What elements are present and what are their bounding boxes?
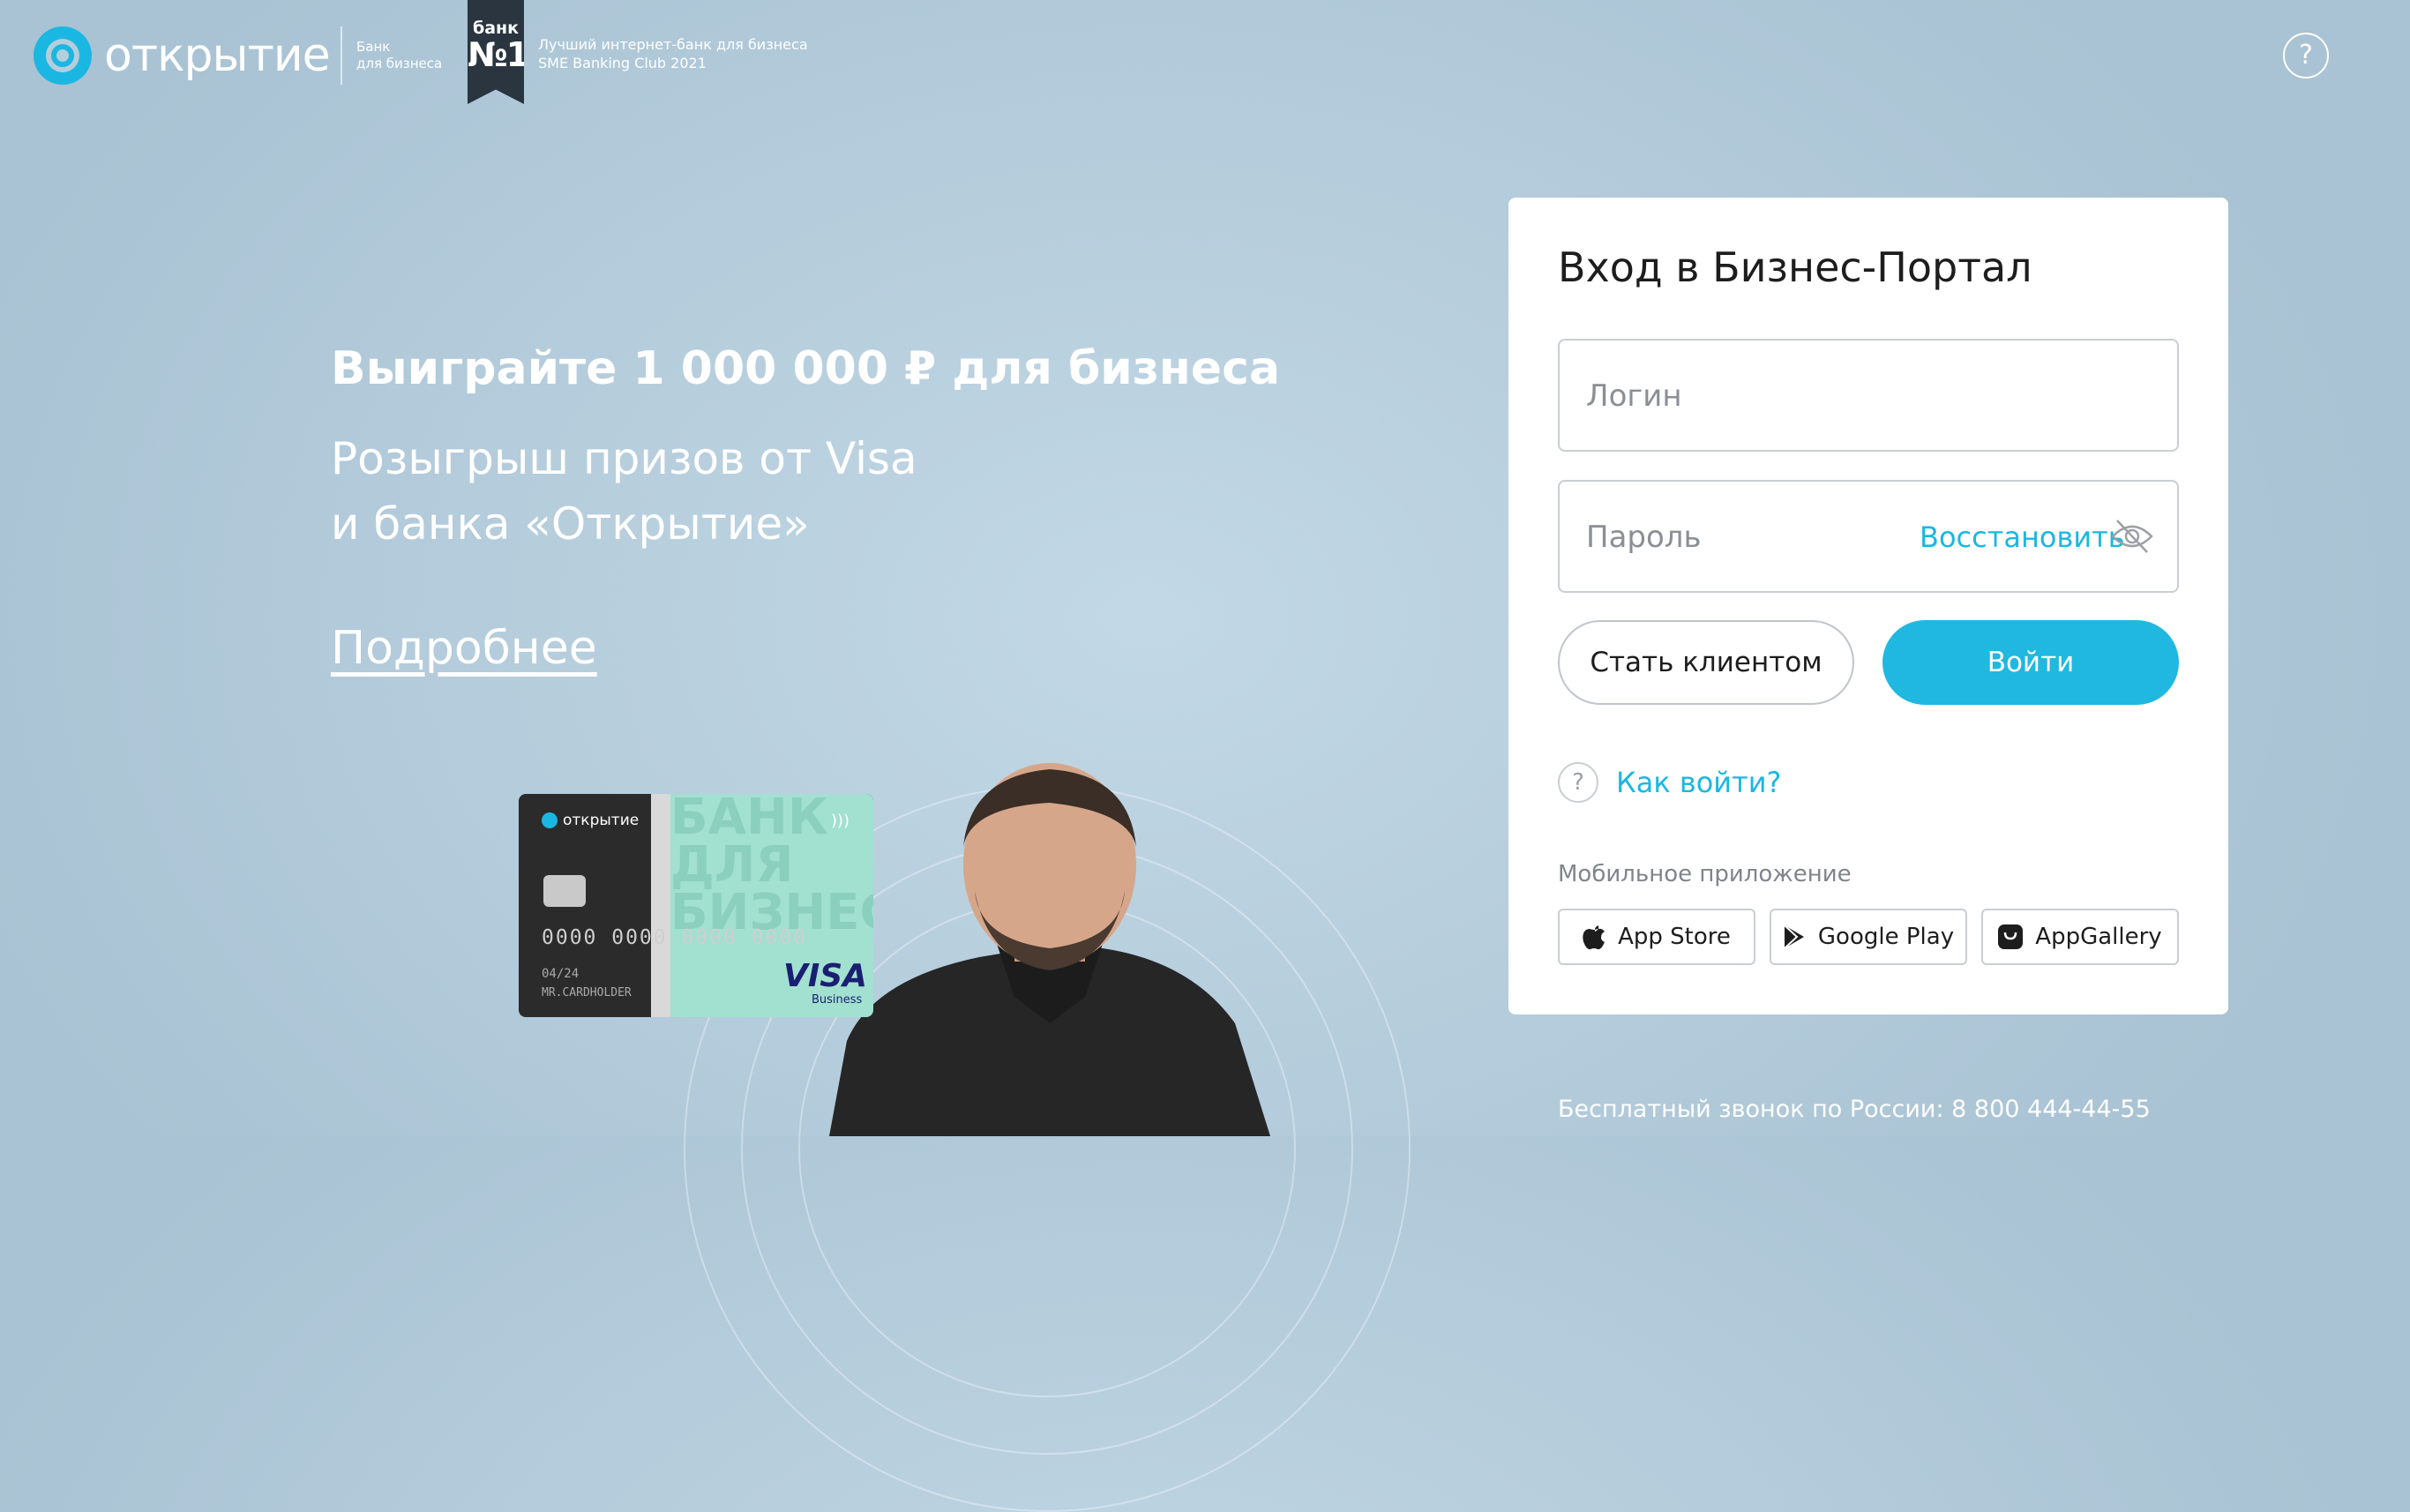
app-store-button[interactable]: App Store	[1558, 909, 1755, 965]
login-field[interactable]	[1558, 339, 2179, 452]
bank-logo[interactable]: открытие	[34, 26, 331, 85]
contactless-icon: )))	[831, 812, 850, 830]
become-client-button[interactable]: Стать клиентом	[1558, 620, 1854, 705]
question-icon: ?	[1558, 762, 1598, 803]
chip-icon	[543, 875, 586, 907]
logo-divider	[341, 26, 342, 85]
card-logo-icon	[542, 812, 558, 828]
apple-icon	[1583, 925, 1605, 950]
mobile-app-label: Мобильное приложение	[1558, 861, 1852, 887]
login-title: Вход в Бизнес-Портал	[1558, 243, 2032, 291]
how-to-login-label: Как войти?	[1616, 766, 1782, 799]
promo-subtitle: Розыгрыш призов от Visa и банка «Открыти…	[331, 433, 917, 550]
more-link[interactable]: Подробнее	[331, 622, 597, 675]
card-stripe	[651, 794, 670, 1017]
app-gallery-icon	[1998, 924, 2024, 949]
brand-subtitle: Банк для бизнеса	[356, 39, 443, 71]
login-panel: Вход в Бизнес-Портал Восстановить Стать …	[1508, 198, 2228, 1014]
promo-person-image	[829, 763, 1270, 1136]
card-number: 0000 0000 0000 0000	[542, 926, 808, 949]
logo-icon	[34, 26, 92, 85]
how-to-login-link[interactable]: ? Как войти?	[1558, 762, 1781, 803]
visa-business-label: Business	[812, 993, 863, 1007]
help-button[interactable]: ?	[2283, 33, 2329, 79]
award-text: Лучший интернет-банк для бизнеса SME Ban…	[538, 36, 808, 71]
restore-password-link[interactable]: Восстановить	[1920, 520, 2125, 554]
card-holder: MR.CARDHOLDER	[542, 986, 632, 999]
promo-title: Выиграйте 1 000 000 ₽ для бизнеса	[331, 342, 1281, 395]
card-expiry: 04/24	[542, 967, 580, 981]
login-input[interactable]	[1584, 341, 1905, 452]
award-ribbon: банк №1	[468, 0, 524, 104]
promo-bank-card: БАНК ДЛЯ БИЗНЕСА открытие ))) 0000 0000 …	[519, 794, 873, 1017]
card-logo: открытие	[542, 812, 639, 829]
password-input[interactable]	[1584, 482, 1905, 593]
password-field[interactable]: Восстановить	[1558, 480, 2179, 593]
sign-in-button[interactable]: Войти	[1882, 620, 2179, 705]
free-call-phone: Бесплатный звонок по России: 8 800 444-4…	[1558, 1096, 2151, 1123]
brand-name: открытие	[104, 29, 331, 82]
app-gallery-button[interactable]: AppGallery	[1981, 909, 2179, 965]
google-play-icon	[1784, 924, 1804, 949]
show-password-icon[interactable]	[2110, 517, 2154, 556]
visa-logo: VISA	[783, 958, 868, 994]
google-play-button[interactable]: Google Play	[1770, 909, 1967, 965]
